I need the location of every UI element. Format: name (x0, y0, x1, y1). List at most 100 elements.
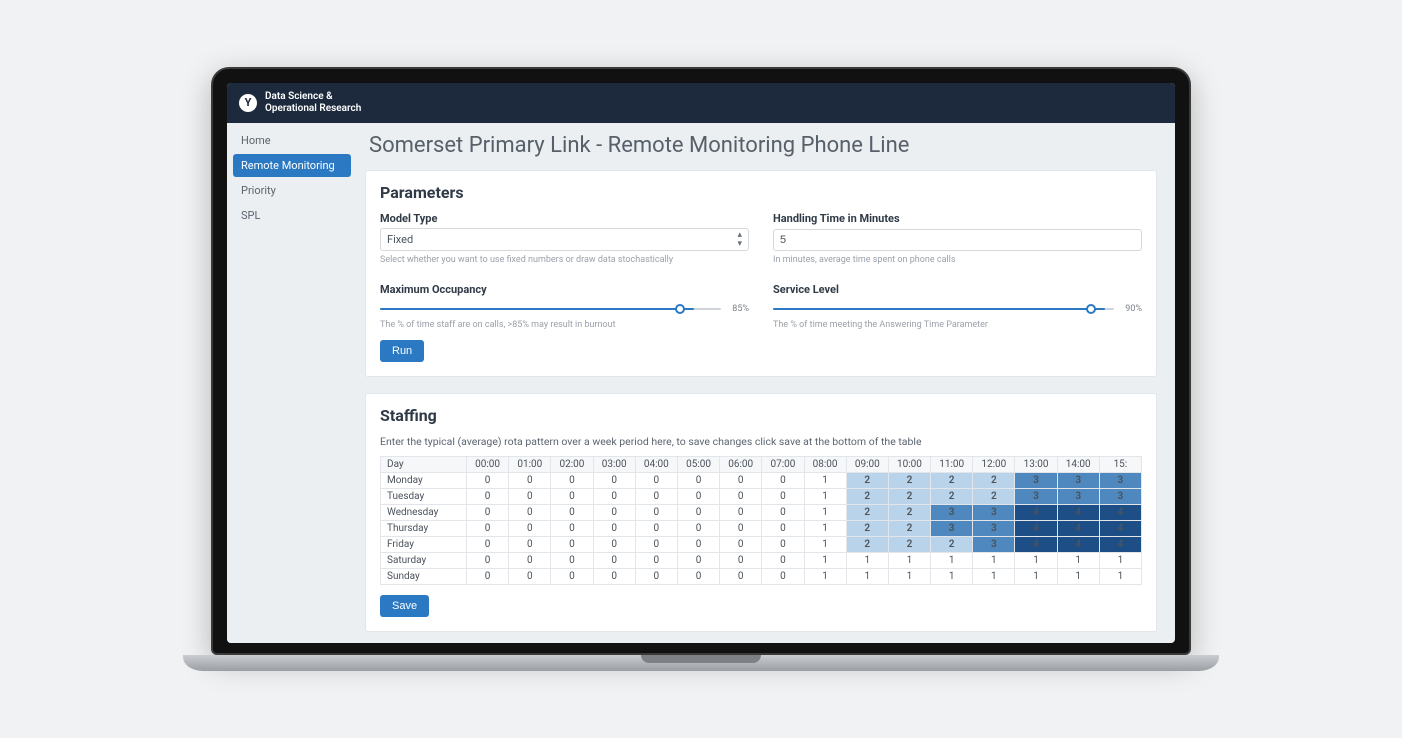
staffing-cell[interactable]: 0 (467, 505, 509, 521)
staffing-cell[interactable]: 0 (720, 473, 762, 489)
staffing-cell[interactable]: 0 (509, 569, 551, 585)
staffing-cell[interactable]: 0 (720, 569, 762, 585)
staffing-cell[interactable]: 1 (973, 569, 1015, 585)
staffing-cell[interactable]: 0 (635, 553, 677, 569)
handling-time-input[interactable] (773, 229, 1142, 251)
staffing-cell[interactable]: 1 (804, 505, 846, 521)
slider-thumb-icon[interactable] (675, 304, 685, 314)
staffing-cell[interactable]: 0 (467, 553, 509, 569)
staffing-cell[interactable]: 1 (804, 569, 846, 585)
staffing-cell[interactable]: 3 (1099, 473, 1141, 489)
staffing-cell[interactable]: 0 (593, 521, 635, 537)
staffing-cell[interactable]: 3 (1015, 473, 1057, 489)
staffing-cell[interactable]: 0 (593, 537, 635, 553)
staffing-cell[interactable]: 0 (762, 521, 804, 537)
staffing-cell[interactable]: 0 (551, 473, 593, 489)
sidebar-item-priority[interactable]: Priority (233, 179, 351, 202)
staffing-cell[interactable]: 0 (551, 505, 593, 521)
staffing-cell[interactable]: 0 (509, 553, 551, 569)
staffing-cell[interactable]: 0 (720, 553, 762, 569)
staffing-cell[interactable]: 0 (762, 473, 804, 489)
sidebar-item-remote-monitoring[interactable]: Remote Monitoring (233, 154, 351, 177)
staffing-cell[interactable]: 0 (551, 569, 593, 585)
run-button[interactable]: Run (380, 340, 424, 362)
staffing-cell[interactable]: 0 (720, 489, 762, 505)
staffing-cell[interactable]: 0 (467, 537, 509, 553)
staffing-cell[interactable]: 0 (677, 505, 719, 521)
staffing-cell[interactable]: 1 (1057, 553, 1099, 569)
staffing-cell[interactable]: 0 (677, 473, 719, 489)
staffing-cell[interactable]: 1 (931, 569, 973, 585)
staffing-cell[interactable]: 0 (593, 489, 635, 505)
staffing-cell[interactable]: 3 (931, 505, 973, 521)
staffing-cell[interactable]: 0 (762, 553, 804, 569)
staffing-cell[interactable]: 0 (509, 537, 551, 553)
staffing-cell[interactable]: 3 (1015, 489, 1057, 505)
staffing-cell[interactable]: 0 (551, 489, 593, 505)
staffing-cell[interactable]: 3 (1057, 489, 1099, 505)
staffing-cell[interactable]: 0 (720, 537, 762, 553)
staffing-cell[interactable]: 0 (635, 489, 677, 505)
staffing-cell[interactable]: 4 (1057, 505, 1099, 521)
sidebar-item-spl[interactable]: SPL (233, 204, 351, 227)
staffing-cell[interactable]: 2 (846, 489, 888, 505)
staffing-cell[interactable]: 1 (846, 553, 888, 569)
max-occupancy-slider[interactable]: 85% (380, 302, 749, 316)
staffing-cell[interactable]: 4 (1015, 505, 1057, 521)
staffing-cell[interactable]: 0 (720, 505, 762, 521)
staffing-cell[interactable]: 0 (467, 489, 509, 505)
staffing-cell[interactable]: 0 (635, 473, 677, 489)
staffing-cell[interactable]: 0 (467, 473, 509, 489)
staffing-cell[interactable]: 0 (762, 489, 804, 505)
staffing-cell[interactable]: 3 (973, 521, 1015, 537)
staffing-cell[interactable]: 0 (677, 537, 719, 553)
staffing-cell[interactable]: 1 (1015, 569, 1057, 585)
staffing-cell[interactable]: 0 (551, 521, 593, 537)
staffing-cell[interactable]: 1 (804, 553, 846, 569)
staffing-cell[interactable]: 0 (635, 505, 677, 521)
staffing-cell[interactable]: 3 (1057, 473, 1099, 489)
staffing-cell[interactable]: 2 (888, 473, 930, 489)
staffing-cell[interactable]: 1 (973, 553, 1015, 569)
staffing-cell[interactable]: 0 (551, 537, 593, 553)
staffing-cell[interactable]: 2 (973, 473, 1015, 489)
staffing-cell[interactable]: 0 (720, 521, 762, 537)
staffing-cell[interactable]: 2 (846, 473, 888, 489)
staffing-cell[interactable]: 0 (467, 569, 509, 585)
service-level-slider[interactable]: 90% (773, 302, 1142, 316)
staffing-cell[interactable]: 1 (1015, 553, 1057, 569)
staffing-cell[interactable]: 1 (804, 537, 846, 553)
staffing-cell[interactable]: 1 (1057, 569, 1099, 585)
staffing-cell[interactable]: 0 (551, 553, 593, 569)
staffing-cell[interactable]: 1 (1099, 553, 1141, 569)
staffing-cell[interactable]: 1 (888, 569, 930, 585)
staffing-cell[interactable]: 0 (509, 489, 551, 505)
staffing-cell[interactable]: 2 (973, 489, 1015, 505)
staffing-cell[interactable]: 4 (1057, 521, 1099, 537)
sidebar-item-home[interactable]: Home (233, 129, 351, 152)
staffing-cell[interactable]: 4 (1015, 521, 1057, 537)
staffing-cell[interactable]: 0 (635, 537, 677, 553)
staffing-cell[interactable]: 3 (1099, 489, 1141, 505)
staffing-cell[interactable]: 0 (593, 473, 635, 489)
staffing-cell[interactable]: 2 (888, 505, 930, 521)
staffing-cell[interactable]: 4 (1099, 521, 1141, 537)
staffing-cell[interactable]: 0 (509, 505, 551, 521)
staffing-cell[interactable]: 2 (888, 489, 930, 505)
staffing-cell[interactable]: 2 (846, 505, 888, 521)
slider-thumb-icon[interactable] (1086, 304, 1096, 314)
staffing-cell[interactable]: 0 (593, 505, 635, 521)
staffing-cell[interactable]: 3 (973, 505, 1015, 521)
staffing-cell[interactable]: 0 (635, 521, 677, 537)
staffing-cell[interactable]: 0 (677, 569, 719, 585)
staffing-cell[interactable]: 4 (1099, 505, 1141, 521)
staffing-cell[interactable]: 1 (804, 521, 846, 537)
staffing-cell[interactable]: 0 (762, 569, 804, 585)
staffing-cell[interactable]: 4 (1057, 537, 1099, 553)
staffing-cell[interactable]: 0 (762, 505, 804, 521)
staffing-cell[interactable]: 3 (931, 521, 973, 537)
staffing-cell[interactable]: 0 (509, 521, 551, 537)
staffing-cell[interactable]: 0 (677, 489, 719, 505)
staffing-cell[interactable]: 0 (593, 569, 635, 585)
staffing-cell[interactable]: 0 (677, 521, 719, 537)
